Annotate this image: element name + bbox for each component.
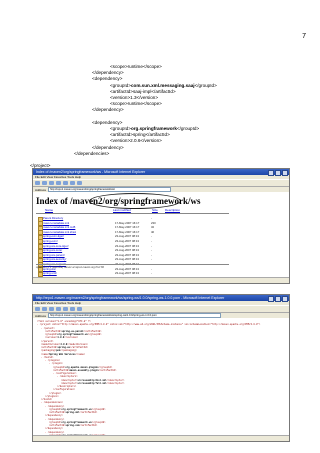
file-date: 23-Aug-2007 08:13 — [115, 248, 139, 253]
address-label: Address — [35, 313, 47, 318]
page-number: 7 — [302, 33, 306, 40]
file-size: - — [151, 257, 152, 262]
close-icon[interactable] — [282, 296, 288, 302]
file-size: - — [151, 234, 152, 239]
xml-line: - <project xmlns="http://maven.apache.or… — [37, 323, 261, 327]
maximize-icon[interactable] — [275, 170, 281, 176]
pom-code-block: <scope>runtime</scope> </dependency> <depe… — [0, 64, 320, 169]
favorites-icon[interactable] — [77, 307, 82, 311]
file-date: 23-Aug-2007 08:13 — [115, 266, 139, 271]
file-link[interactable]: spring-ws-parent/ — [43, 253, 65, 257]
column-size[interactable]: Size — [152, 208, 158, 212]
file-link[interactable]: spring-ws-core-tiger/ — [43, 244, 69, 248]
back-icon[interactable] — [35, 181, 40, 185]
window-title: http://repo1.maven.org/maven2/org/spring… — [36, 296, 225, 300]
column-name[interactable]: Name — [45, 208, 53, 212]
file-date: 17-May-2007 16:17 — [115, 225, 140, 230]
stop-icon[interactable] — [49, 181, 54, 185]
file-link[interactable]: spring-ws-security/ — [43, 257, 66, 261]
refresh-icon[interactable] — [56, 307, 61, 311]
file-size: - — [151, 243, 152, 248]
file-size: - — [151, 252, 152, 257]
file-date: 17-May-2007 16:17 — [115, 229, 140, 234]
favorites-icon[interactable] — [77, 181, 82, 185]
file-size: - — [151, 216, 152, 220]
file-date: 23-Aug-2007 08:13 — [115, 252, 139, 257]
column-last-modified[interactable]: Last modified — [113, 208, 131, 212]
window-titlebar: Index of /maven2/org/springframework/ws … — [33, 169, 289, 176]
file-date: 23-Aug-2007 08:13 — [115, 257, 139, 262]
page-content: <?xml version="1.0" encoding="UTF-8" ?> -… — [33, 318, 289, 441]
index-heading: Index of /maven2/org/springframework/ws — [36, 196, 201, 206]
file-size: 230 — [151, 220, 156, 225]
home-icon[interactable] — [63, 307, 68, 311]
file-size: - — [151, 248, 152, 253]
stop-icon[interactable] — [49, 307, 54, 311]
file-size: 32 — [151, 225, 155, 230]
file-link[interactable]: maven-metadata.xml — [43, 221, 69, 225]
close-icon[interactable] — [282, 170, 288, 176]
browser-window-directory: Index of /maven2/org/springframework/ws … — [32, 168, 290, 284]
status-bar — [33, 277, 289, 283]
home-icon[interactable] — [63, 181, 68, 185]
minimize-icon[interactable] — [268, 296, 274, 302]
refresh-icon[interactable] — [56, 181, 61, 185]
file-date: 23-Aug-2007 08:13 — [115, 243, 139, 248]
file-date: 23-Aug-2007 08:13 — [115, 234, 139, 239]
browser-window-pom: http://repo1.maven.org/maven2/org/spring… — [32, 294, 290, 442]
file-link[interactable]: maven-metadata.xml.sha1 — [43, 230, 76, 234]
back-icon[interactable] — [35, 307, 40, 311]
file-link[interactable]: Parent Directory — [43, 216, 63, 220]
column-description[interactable]: Description — [165, 208, 180, 212]
page-content: Index of /maven2/org/springframework/ws … — [33, 192, 289, 278]
file-size: - — [151, 238, 152, 243]
file-size: 40 — [151, 229, 155, 234]
address-label: Address — [35, 187, 47, 192]
file-date: 17-May-2007 16:17 — [115, 220, 140, 225]
file-date: 23-Aug-2007 08:13 — [115, 271, 139, 276]
search-icon[interactable] — [70, 307, 75, 311]
window-titlebar: http://repo1.maven.org/maven2/org/spring… — [33, 295, 289, 302]
file-link[interactable]: spring-oxm-tiger/ — [43, 234, 64, 238]
forward-icon[interactable] — [42, 181, 47, 185]
file-date: 23-Aug-2007 08:13 — [115, 238, 139, 243]
forward-icon[interactable] — [42, 307, 47, 311]
file-size: - — [151, 266, 152, 271]
server-footer: Apache/2.2.3 (Red Hat) Server at repo1.m… — [36, 266, 104, 269]
xml-tree: <?xml version="1.0" encoding="UTF-8" ?> -… — [37, 320, 261, 441]
file-link[interactable]: spring-xml/ — [43, 271, 57, 275]
file-link[interactable]: maven-metadata.xml.md5 — [43, 225, 75, 229]
window-title: Index of /maven2/org/springframework/ws … — [36, 170, 146, 174]
file-link[interactable]: spring-oxm/ — [43, 239, 58, 243]
maximize-icon[interactable] — [275, 296, 281, 302]
divider — [36, 263, 229, 264]
status-bar — [33, 435, 289, 441]
minimize-icon[interactable] — [268, 170, 274, 176]
divider — [36, 213, 229, 214]
file-link[interactable]: spring-ws-core/ — [43, 248, 62, 252]
file-size: - — [151, 271, 152, 276]
search-icon[interactable] — [70, 181, 75, 185]
